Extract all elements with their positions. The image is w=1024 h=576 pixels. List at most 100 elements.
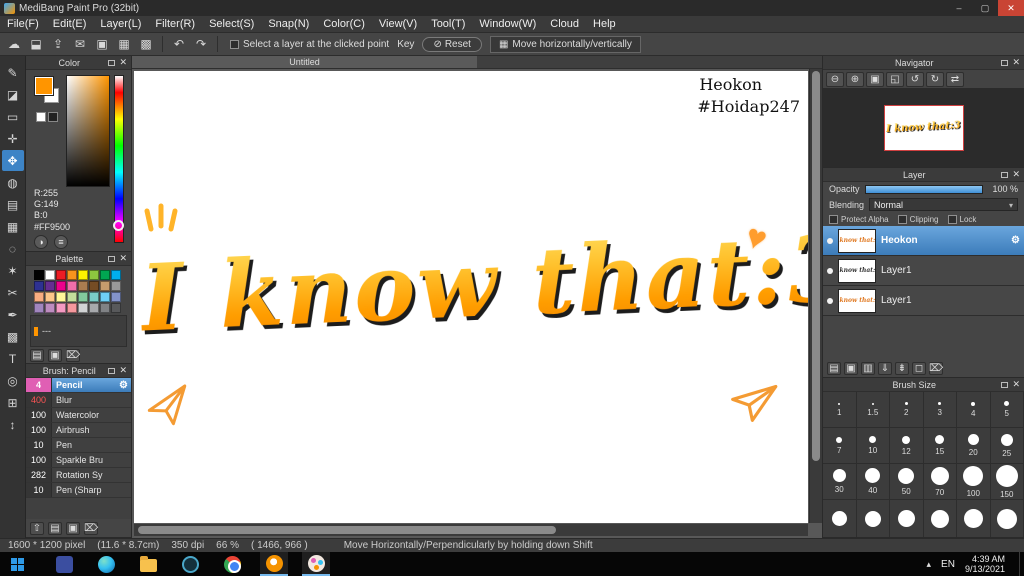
reset-button[interactable]: ⊘ Reset <box>422 36 482 52</box>
menu-item[interactable]: Edit(E) <box>46 16 94 32</box>
fit-window-icon[interactable]: ▣ <box>866 71 884 87</box>
grid-icon[interactable]: ▦ <box>114 35 134 53</box>
merge-icon[interactable]: ⇟ <box>895 361 909 375</box>
new-folder-icon[interactable]: ▥ <box>861 361 875 375</box>
new-layer-icon[interactable]: ▤ <box>827 361 841 375</box>
copy-icon[interactable]: ▣ <box>92 35 112 53</box>
palette-swatch[interactable] <box>45 292 55 302</box>
publish-icon[interactable]: ⇪ <box>48 35 68 53</box>
panel-popout-icon[interactable] <box>1001 59 1009 66</box>
panel-close-icon[interactable]: ✕ <box>1012 379 1020 390</box>
protect-alpha-checkbox[interactable] <box>829 215 838 224</box>
brush-size-cell[interactable]: 20 <box>957 428 991 464</box>
delete-layer-icon[interactable]: ⌦ <box>929 361 943 375</box>
language-indicator[interactable]: EN <box>941 559 955 570</box>
tray-chevron-icon[interactable]: ▴ <box>927 559 932 570</box>
hue-slider-handle[interactable] <box>113 220 124 231</box>
delete-brush-icon[interactable]: ⌦ <box>84 521 98 535</box>
brush-size-cell[interactable]: 4 <box>957 392 991 428</box>
brush-size-cell[interactable] <box>890 500 924 537</box>
layer-visibility-dot[interactable] <box>827 297 833 304</box>
edit-brush-icon[interactable]: ▣ <box>66 521 80 535</box>
palette-swatch[interactable] <box>67 292 77 302</box>
brush-list-item[interactable]: 400 Blur <box>26 393 131 408</box>
duplicate-layer-icon[interactable]: ▣ <box>844 361 858 375</box>
save-icon[interactable]: ⬓ <box>26 35 46 53</box>
panel-close-icon[interactable]: ✕ <box>119 365 127 376</box>
brush-size-cell[interactable] <box>823 500 857 537</box>
saturation-value-picker[interactable] <box>66 75 110 187</box>
taskbar-app-explorer[interactable] <box>134 552 162 576</box>
layer-row[interactable]: I know that:3 Layer1 <box>823 256 1024 286</box>
brush-size-cell[interactable]: 2 <box>890 392 924 428</box>
figure-tool[interactable]: ▭ <box>2 106 24 127</box>
menu-item[interactable]: Cloud <box>543 16 586 32</box>
taskbar-app-teams[interactable] <box>50 552 78 576</box>
control-point-tool[interactable]: ✒ <box>2 304 24 325</box>
minimize-button[interactable] <box>946 0 972 16</box>
zoom-in-icon[interactable]: ⊕ <box>846 71 864 87</box>
menu-item[interactable]: Tool(T) <box>424 16 472 32</box>
layer-row[interactable]: I know that:3 Heokon <box>823 226 1024 256</box>
palette-swatch[interactable] <box>56 303 66 313</box>
slider-mode-icon[interactable]: ≡ <box>54 235 68 249</box>
brush-size-cell[interactable]: 25 <box>990 428 1024 464</box>
brush-list-item[interactable]: 4 Pencil <box>26 378 131 393</box>
undo-icon[interactable]: ↶ <box>169 35 189 53</box>
taskbar-app-medibang[interactable] <box>260 552 288 576</box>
clear-layer-icon[interactable]: ◻ <box>912 361 926 375</box>
brush-size-cell[interactable] <box>957 500 991 537</box>
palette-swatch[interactable] <box>56 281 66 291</box>
eyedropper-tool[interactable]: ✛ <box>2 128 24 149</box>
palette-swatch[interactable] <box>111 270 121 280</box>
brush-list-item[interactable]: 10 Pen (Sharp <box>26 483 131 498</box>
maximize-button[interactable] <box>972 0 998 16</box>
actual-pixels-icon[interactable]: ◱ <box>886 71 904 87</box>
gear-icon[interactable] <box>119 380 128 391</box>
palette-swatch[interactable] <box>111 303 121 313</box>
palette-swatch[interactable] <box>78 292 88 302</box>
palette-swatch[interactable] <box>89 270 99 280</box>
document-tab[interactable]: Untitled <box>132 56 477 68</box>
brush-size-cell[interactable]: 100 <box>957 464 991 500</box>
canvas-page[interactable]: Heokon #Hoidap247 I know that:3 <box>134 71 808 523</box>
taskbar-app-palette[interactable] <box>302 552 330 576</box>
grid-snap-tool[interactable]: ⊞ <box>2 392 24 413</box>
panel-popout-icon[interactable] <box>1001 171 1009 178</box>
vertical-scrollbar-thumb[interactable] <box>812 71 820 462</box>
layer-row[interactable]: I know that:3 Layer1 <box>823 286 1024 316</box>
brush-list-item[interactable]: 282 Rotation Sy <box>26 468 131 483</box>
move-mode-button[interactable]: ▦ Move horizontally/vertically <box>489 35 641 53</box>
palette-swatch[interactable] <box>45 281 55 291</box>
brush-size-cell[interactable]: 150 <box>990 464 1024 500</box>
horizontal-scrollbar-thumb[interactable] <box>138 526 556 534</box>
secondary-swatches[interactable] <box>36 112 58 122</box>
palette-swatch[interactable] <box>111 292 121 302</box>
brush-size-cell[interactable] <box>857 500 890 537</box>
palette-list[interactable]: --- <box>30 315 127 347</box>
divide-tool[interactable]: ✂ <box>2 282 24 303</box>
palette-swatch[interactable] <box>67 303 77 313</box>
palette-swatch[interactable] <box>45 270 55 280</box>
brush-size-cell[interactable]: 5 <box>990 392 1024 428</box>
color-wheel-icon[interactable]: ◑ <box>34 235 48 249</box>
close-button[interactable] <box>998 0 1024 16</box>
brush-size-cell[interactable]: 30 <box>823 464 857 500</box>
lasso-tool[interactable]: ◌ <box>2 238 24 259</box>
gear-icon[interactable] <box>1011 235 1020 246</box>
start-button[interactable] <box>0 552 34 576</box>
palette-swatch[interactable] <box>100 303 110 313</box>
brush-size-cell[interactable]: 40 <box>856 464 890 500</box>
layer-visibility-dot[interactable] <box>827 237 833 244</box>
magic-wand-tool[interactable]: ✶ <box>2 260 24 281</box>
brush-size-cell[interactable]: 12 <box>890 428 924 464</box>
cloud-icon[interactable]: ☁ <box>4 35 24 53</box>
taskbar-clock[interactable]: 4:39 AM 9/13/2021 <box>965 554 1009 574</box>
clipping-checkbox[interactable] <box>897 215 907 224</box>
taskbar-app-store[interactable] <box>176 552 204 576</box>
comment-icon[interactable]: ✉ <box>70 35 90 53</box>
blending-dropdown[interactable]: Normal <box>869 198 1018 211</box>
brush-size-cell[interactable]: 7 <box>823 428 857 464</box>
move-tool[interactable]: ✥ <box>1 150 24 171</box>
palette-swatch[interactable] <box>56 270 66 280</box>
